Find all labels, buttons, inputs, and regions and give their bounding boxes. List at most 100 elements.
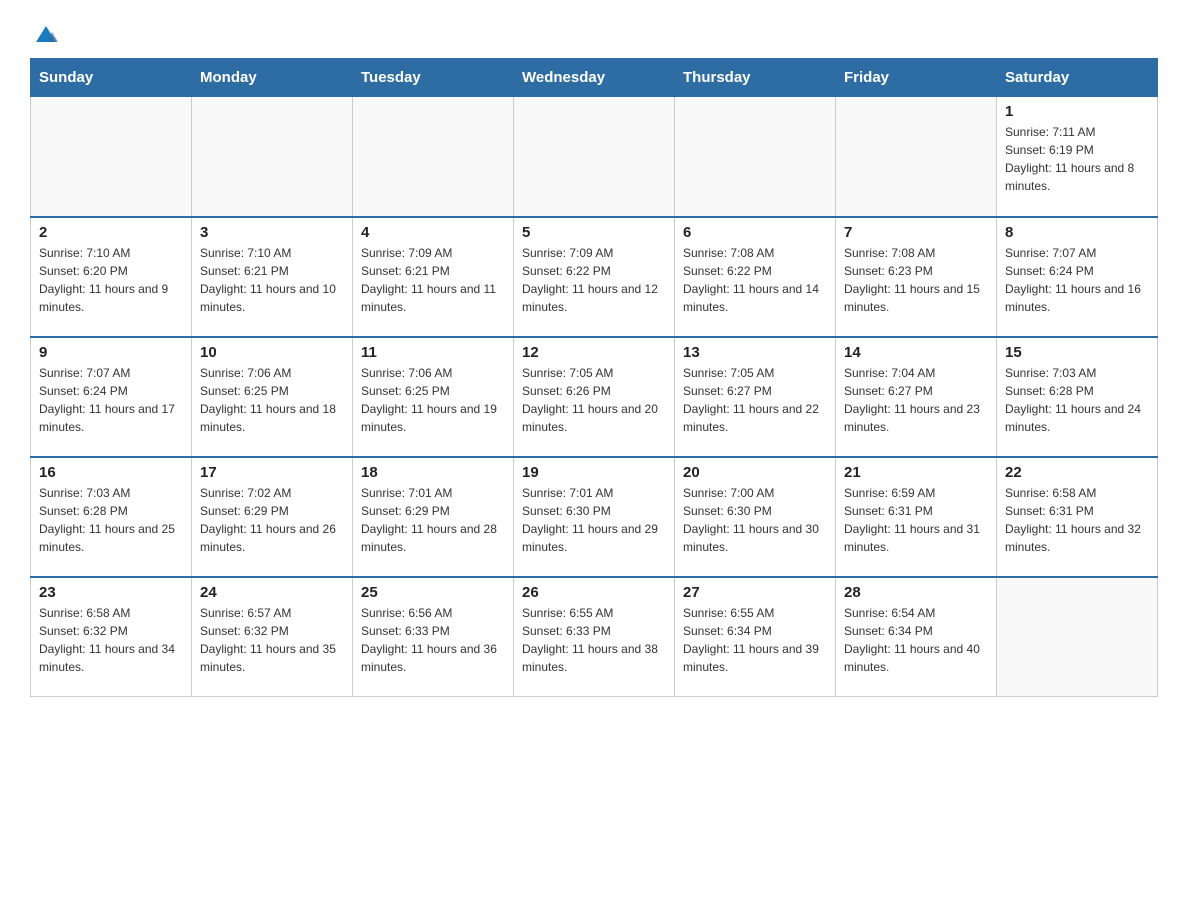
day-number: 16 — [39, 464, 183, 481]
day-number: 14 — [844, 344, 988, 361]
day-info: Sunrise: 7:06 AMSunset: 6:25 PMDaylight:… — [361, 364, 505, 436]
day-number: 21 — [844, 464, 988, 481]
calendar-cell: 20 Sunrise: 7:00 AMSunset: 6:30 PMDayligh… — [675, 457, 836, 577]
day-info: Sunrise: 6:54 AMSunset: 6:34 PMDaylight:… — [844, 604, 988, 676]
calendar-week-row: 16 Sunrise: 7:03 AMSunset: 6:28 PMDayligh… — [31, 457, 1158, 577]
day-number: 12 — [522, 344, 666, 361]
calendar-cell: 22 Sunrise: 6:58 AMSunset: 6:31 PMDayligh… — [997, 457, 1158, 577]
day-info: Sunrise: 7:11 AMSunset: 6:19 PMDaylight:… — [1005, 123, 1149, 195]
calendar-cell: 7 Sunrise: 7:08 AMSunset: 6:23 PMDaylight… — [836, 217, 997, 337]
calendar-cell: 25 Sunrise: 6:56 AMSunset: 6:33 PMDayligh… — [353, 577, 514, 697]
calendar-cell: 5 Sunrise: 7:09 AMSunset: 6:22 PMDaylight… — [514, 217, 675, 337]
page-header — [30, 20, 1158, 48]
calendar-cell: 15 Sunrise: 7:03 AMSunset: 6:28 PMDayligh… — [997, 337, 1158, 457]
day-info: Sunrise: 6:56 AMSunset: 6:33 PMDaylight:… — [361, 604, 505, 676]
calendar-cell: 24Sunrise: 6:57 AMSunset: 6:32 PMDayligh… — [192, 577, 353, 697]
logo — [30, 20, 60, 48]
day-number: 15 — [1005, 344, 1149, 361]
calendar-cell: 26Sunrise: 6:55 AMSunset: 6:33 PMDayligh… — [514, 577, 675, 697]
day-number: 24 — [200, 584, 344, 601]
calendar-cell: 28 Sunrise: 6:54 AMSunset: 6:34 PMDayligh… — [836, 577, 997, 697]
calendar-cell: 9 Sunrise: 7:07 AMSunset: 6:24 PMDaylight… — [31, 337, 192, 457]
day-number: 4 — [361, 224, 505, 241]
day-number: 7 — [844, 224, 988, 241]
calendar-cell: 17 Sunrise: 7:02 AMSunset: 6:29 PMDayligh… — [192, 457, 353, 577]
day-info: Sunrise: 7:03 AMSunset: 6:28 PMDaylight:… — [1005, 364, 1149, 436]
day-info: Sunrise: 6:55 AMSunset: 6:33 PMDaylight:… — [522, 604, 666, 676]
calendar-cell: 23 Sunrise: 6:58 AMSunset: 6:32 PMDayligh… — [31, 577, 192, 697]
day-number: 2 — [39, 224, 183, 241]
day-info: Sunrise: 7:10 AMSunset: 6:20 PMDaylight:… — [39, 244, 183, 316]
day-info: Sunrise: 7:09 AMSunset: 6:22 PMDaylight:… — [522, 244, 666, 316]
day-number: 6 — [683, 224, 827, 241]
calendar-cell — [353, 97, 514, 217]
day-number: 20 — [683, 464, 827, 481]
calendar-cell — [997, 577, 1158, 697]
day-info: Sunrise: 7:06 AMSunset: 6:25 PMDaylight:… — [200, 364, 344, 436]
calendar-cell: 19 Sunrise: 7:01 AMSunset: 6:30 PMDayligh… — [514, 457, 675, 577]
calendar-cell — [675, 97, 836, 217]
calendar-cell: 18Sunrise: 7:01 AMSunset: 6:29 PMDayligh… — [353, 457, 514, 577]
day-info: Sunrise: 7:04 AMSunset: 6:27 PMDaylight:… — [844, 364, 988, 436]
day-number: 23 — [39, 584, 183, 601]
day-info: Sunrise: 7:08 AMSunset: 6:22 PMDaylight:… — [683, 244, 827, 316]
calendar-cell: 3 Sunrise: 7:10 AMSunset: 6:21 PMDaylight… — [192, 217, 353, 337]
day-info: Sunrise: 7:07 AMSunset: 6:24 PMDaylight:… — [39, 364, 183, 436]
calendar-week-row: 1Sunrise: 7:11 AMSunset: 6:19 PMDaylight… — [31, 97, 1158, 217]
day-number: 10 — [200, 344, 344, 361]
day-info: Sunrise: 6:59 AMSunset: 6:31 PMDaylight:… — [844, 484, 988, 556]
day-number: 22 — [1005, 464, 1149, 481]
day-number: 3 — [200, 224, 344, 241]
calendar-table: SundayMondayTuesdayWednesdayThursdayFrid… — [30, 58, 1158, 697]
logo-icon — [32, 20, 60, 48]
day-number: 5 — [522, 224, 666, 241]
column-header-monday: Monday — [192, 59, 353, 97]
calendar-week-row: 9 Sunrise: 7:07 AMSunset: 6:24 PMDaylight… — [31, 337, 1158, 457]
calendar-week-row: 2 Sunrise: 7:10 AMSunset: 6:20 PMDaylight… — [31, 217, 1158, 337]
calendar-cell: 10 Sunrise: 7:06 AMSunset: 6:25 PMDayligh… — [192, 337, 353, 457]
day-info: Sunrise: 6:58 AMSunset: 6:31 PMDaylight:… — [1005, 484, 1149, 556]
calendar-cell: 6 Sunrise: 7:08 AMSunset: 6:22 PMDaylight… — [675, 217, 836, 337]
day-info: Sunrise: 7:10 AMSunset: 6:21 PMDaylight:… — [200, 244, 344, 316]
calendar-cell: 14 Sunrise: 7:04 AMSunset: 6:27 PMDayligh… — [836, 337, 997, 457]
calendar-week-row: 23 Sunrise: 6:58 AMSunset: 6:32 PMDayligh… — [31, 577, 1158, 697]
day-number: 8 — [1005, 224, 1149, 241]
calendar-cell: 13 Sunrise: 7:05 AMSunset: 6:27 PMDayligh… — [675, 337, 836, 457]
day-info: Sunrise: 7:03 AMSunset: 6:28 PMDaylight:… — [39, 484, 183, 556]
calendar-cell — [192, 97, 353, 217]
day-number: 19 — [522, 464, 666, 481]
calendar-cell: 11 Sunrise: 7:06 AMSunset: 6:25 PMDayligh… — [353, 337, 514, 457]
column-header-sunday: Sunday — [31, 59, 192, 97]
calendar-cell: 2 Sunrise: 7:10 AMSunset: 6:20 PMDaylight… — [31, 217, 192, 337]
calendar-cell: 21 Sunrise: 6:59 AMSunset: 6:31 PMDayligh… — [836, 457, 997, 577]
day-number: 28 — [844, 584, 988, 601]
day-info: Sunrise: 6:55 AMSunset: 6:34 PMDaylight:… — [683, 604, 827, 676]
day-info: Sunrise: 7:09 AMSunset: 6:21 PMDaylight:… — [361, 244, 505, 316]
column-header-tuesday: Tuesday — [353, 59, 514, 97]
day-info: Sunrise: 7:07 AMSunset: 6:24 PMDaylight:… — [1005, 244, 1149, 316]
day-info: Sunrise: 7:00 AMSunset: 6:30 PMDaylight:… — [683, 484, 827, 556]
day-number: 25 — [361, 584, 505, 601]
day-number: 18 — [361, 464, 505, 481]
day-info: Sunrise: 6:58 AMSunset: 6:32 PMDaylight:… — [39, 604, 183, 676]
calendar-cell: 4 Sunrise: 7:09 AMSunset: 6:21 PMDaylight… — [353, 217, 514, 337]
column-header-friday: Friday — [836, 59, 997, 97]
day-info: Sunrise: 7:05 AMSunset: 6:26 PMDaylight:… — [522, 364, 666, 436]
day-info: Sunrise: 7:08 AMSunset: 6:23 PMDaylight:… — [844, 244, 988, 316]
day-number: 13 — [683, 344, 827, 361]
calendar-cell: 12 Sunrise: 7:05 AMSunset: 6:26 PMDayligh… — [514, 337, 675, 457]
calendar-cell — [31, 97, 192, 217]
day-number: 17 — [200, 464, 344, 481]
calendar-cell: 1Sunrise: 7:11 AMSunset: 6:19 PMDaylight… — [997, 97, 1158, 217]
calendar-cell: 8 Sunrise: 7:07 AMSunset: 6:24 PMDaylight… — [997, 217, 1158, 337]
column-header-thursday: Thursday — [675, 59, 836, 97]
day-info: Sunrise: 7:02 AMSunset: 6:29 PMDaylight:… — [200, 484, 344, 556]
day-number: 11 — [361, 344, 505, 361]
day-info: Sunrise: 7:01 AMSunset: 6:30 PMDaylight:… — [522, 484, 666, 556]
day-number: 9 — [39, 344, 183, 361]
column-header-saturday: Saturday — [997, 59, 1158, 97]
calendar-header-row: SundayMondayTuesdayWednesdayThursdayFrid… — [31, 59, 1158, 97]
day-info: Sunrise: 7:05 AMSunset: 6:27 PMDaylight:… — [683, 364, 827, 436]
column-header-wednesday: Wednesday — [514, 59, 675, 97]
day-number: 27 — [683, 584, 827, 601]
